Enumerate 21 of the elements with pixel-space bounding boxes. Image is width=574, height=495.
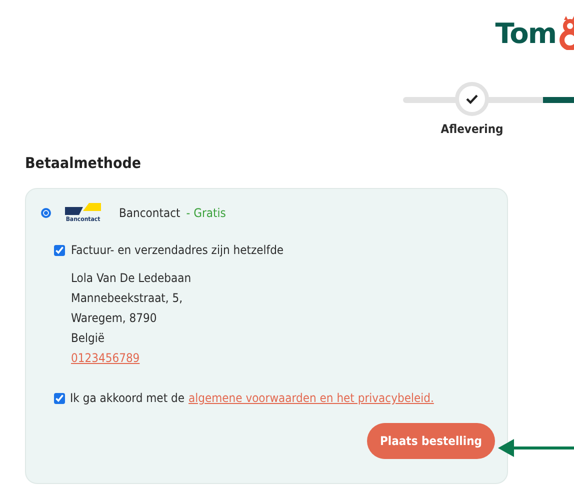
step-label: Aflevering: [440, 122, 504, 136]
terms-link[interactable]: algemene voorwaarden en het privacybeleid.: [188, 391, 434, 405]
place-order-button[interactable]: Plaats bestelling: [367, 423, 495, 459]
bancontact-logo-icon: [65, 203, 101, 215]
address-line: Waregem, 8790: [71, 311, 158, 325]
section-heading: Betaalmethode: [25, 154, 142, 172]
address-line: België: [71, 331, 106, 345]
method-price: - Gratis: [186, 206, 226, 220]
address-line: Mannebeekstraat, 5,: [71, 291, 184, 305]
checkbox-label: Factuur- en verzendadres zijn hetzelfde: [71, 243, 284, 257]
terms-text: Ik ga akkoord met de: [70, 391, 184, 405]
address-line: Lola Van De Ledebaan: [71, 271, 192, 285]
check-icon: [466, 94, 478, 104]
checkbox[interactable]: [54, 392, 65, 404]
arrow-icon: [498, 438, 574, 458]
progress-segment: [543, 97, 574, 103]
radio-button[interactable]: [41, 208, 51, 218]
checkbox[interactable]: [54, 244, 65, 256]
phone-link[interactable]: 0123456789: [71, 351, 495, 365]
logo-text: Tom: [495, 16, 556, 50]
method-name: Bancontact: [119, 206, 180, 220]
